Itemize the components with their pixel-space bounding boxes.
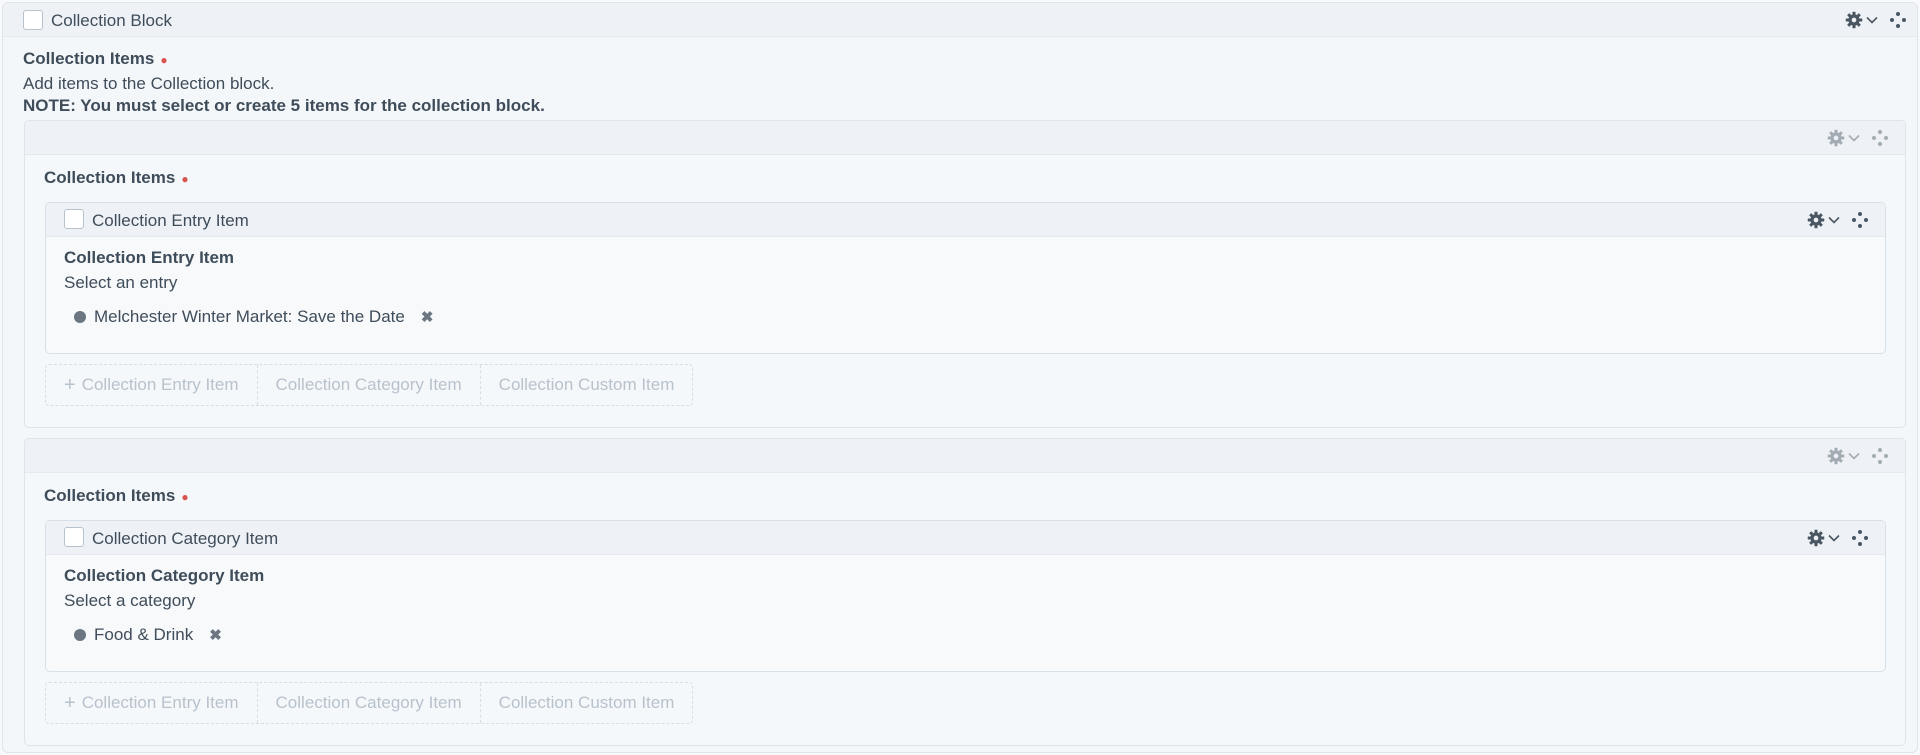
entry-item-header: Collection Entry Item — [46, 203, 1885, 237]
collection-items-matrix: Collection Items ● Collection Category It… — [24, 438, 1906, 746]
collection-items-matrix: Collection Items● Collection Entry Item — [24, 120, 1906, 428]
matrix-field-label: Collection Items ● — [44, 486, 189, 505]
required-indicator: ● — [181, 171, 189, 186]
block-actions — [1845, 11, 1907, 29]
category-field-label: Collection Category Item — [64, 566, 265, 585]
required-indicator: ● — [160, 52, 168, 67]
move-icon[interactable] — [1851, 211, 1869, 229]
add-custom-item-button[interactable]: Collection Custom Item — [481, 683, 693, 723]
remove-icon[interactable]: ✖ — [421, 308, 434, 326]
status-dot — [74, 311, 86, 323]
entry-instructions: Select an entry — [64, 273, 178, 292]
block-title: Collection Block — [51, 11, 172, 30]
gear-icon[interactable] — [1807, 529, 1825, 547]
gear-icon[interactable] — [1827, 447, 1845, 465]
chevron-down-icon[interactable] — [1827, 531, 1841, 545]
selected-entry-title[interactable]: Melchester Winter Market: Save the Date — [94, 307, 405, 327]
block-select-checkbox[interactable] — [23, 10, 43, 30]
move-icon[interactable] — [1871, 129, 1889, 147]
category-item-title: Collection Category Item — [92, 529, 279, 548]
required-indicator: ● — [181, 489, 189, 504]
add-category-item-button[interactable]: Collection Category Item — [258, 683, 481, 723]
category-instructions: Select a category — [64, 591, 196, 610]
move-icon[interactable] — [1871, 447, 1889, 465]
category-item-block: Collection Category Item Collection Cate… — [45, 520, 1886, 672]
category-select-checkbox[interactable] — [64, 527, 84, 547]
add-category-item-button[interactable]: Collection Category Item — [258, 365, 481, 405]
chevron-down-icon[interactable] — [1827, 213, 1841, 227]
add-entry-item-button[interactable]: + Collection Entry Item — [46, 365, 258, 405]
entry-field-label: Collection Entry Item — [64, 248, 235, 267]
gear-icon[interactable] — [1807, 211, 1825, 229]
gear-icon[interactable] — [1845, 11, 1863, 29]
matrix-header — [25, 121, 1905, 155]
selected-entry-chip[interactable]: Melchester Winter Market: Save the Date … — [74, 307, 433, 327]
matrix-actions — [1827, 447, 1889, 465]
block-note: NOTE: You must select or create 5 items … — [23, 96, 545, 115]
plus-icon: + — [64, 373, 76, 396]
block-field-label: Collection Items ● — [23, 49, 168, 68]
remove-icon[interactable]: ✖ — [209, 626, 222, 644]
move-icon[interactable] — [1889, 11, 1907, 29]
entry-item-block: Collection Entry Item Collection Entry I… — [45, 202, 1886, 354]
entry-actions — [1807, 211, 1869, 229]
category-actions — [1807, 529, 1869, 547]
matrix-header — [25, 439, 1905, 473]
selected-category-title[interactable]: Food & Drink — [94, 625, 193, 645]
add-custom-item-button[interactable]: Collection Custom Item — [481, 365, 693, 405]
chevron-down-icon[interactable] — [1865, 13, 1879, 27]
gear-icon[interactable] — [1827, 129, 1845, 147]
block-instructions: Add items to the Collection block. — [23, 74, 275, 93]
entry-select-checkbox[interactable] — [64, 209, 84, 229]
status-dot — [74, 629, 86, 641]
block-header: Collection Block — [3, 3, 1917, 37]
collection-block: Collection Block Collection Items ● Add i… — [2, 2, 1918, 753]
chevron-down-icon[interactable] — [1847, 131, 1861, 145]
plus-icon: + — [64, 691, 76, 714]
category-item-header: Collection Category Item — [46, 521, 1885, 555]
matrix-actions — [1827, 129, 1889, 147]
move-icon[interactable] — [1851, 529, 1869, 547]
add-item-buttons: + Collection Entry Item Collection Catego… — [45, 364, 694, 406]
entry-item-title: Collection Entry Item — [92, 211, 249, 230]
selected-category-chip[interactable]: Food & Drink ✖ — [74, 625, 222, 645]
add-entry-item-button[interactable]: + Collection Entry Item — [46, 683, 258, 723]
add-item-buttons: + Collection Entry Item Collection Catego… — [45, 682, 694, 724]
matrix-field-label: Collection Items ● — [44, 168, 189, 187]
chevron-down-icon[interactable] — [1847, 449, 1861, 463]
